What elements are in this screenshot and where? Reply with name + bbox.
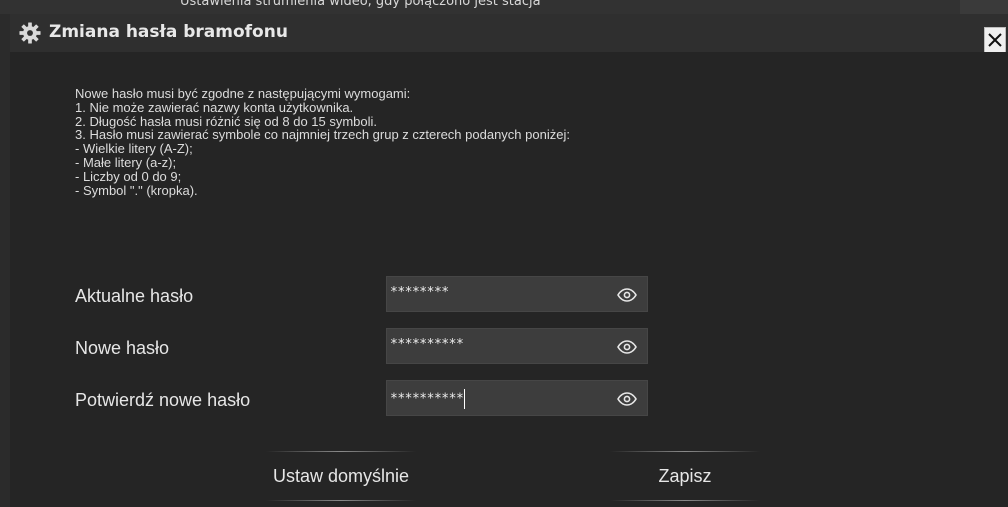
close-button[interactable] [984, 27, 1006, 53]
password-requirements: Nowe hasło musi być zgodne z następujący… [75, 87, 570, 197]
requirement-line: - Liczby od 0 do 9; [75, 168, 182, 184]
background-window: Ustawienia strumienia wideo, gdy połączo… [0, 0, 1008, 14]
new-password-label: Nowe hasło [75, 338, 170, 358]
dialog-titlebar[interactable]: Zmiana hasła bramofonu [10, 14, 1008, 53]
reset-default-label: Ustaw domyślnie [272, 465, 410, 486]
new-password-value: ********** [390, 337, 464, 352]
change-password-dialog: Zmiana hasła bramofonu Nowe hasło musi b… [10, 14, 1008, 507]
confirm-password-label: Potwierdź nowe hasło [75, 390, 251, 410]
save-button[interactable]: Zapisz [590, 451, 780, 501]
gear-icon [19, 22, 41, 44]
requirement-line: - Wielkie litery (A-Z); [75, 141, 193, 157]
confirm-password-value: ********** [390, 391, 464, 407]
background-window-text: Ustawienia strumienia wideo, gdy połączo… [180, 0, 541, 9]
current-password-value: ******** [390, 285, 449, 300]
new-password-field[interactable]: ********** [386, 328, 648, 364]
eye-icon[interactable] [617, 287, 637, 303]
requirement-line: Nowe hasło musi być zgodne z następujący… [75, 86, 411, 101]
screen: Ustawienia strumienia wideo, gdy połączo… [0, 0, 1008, 507]
confirm-password-text: ********** [390, 389, 466, 409]
dialog-body: Nowe hasło musi być zgodne z następujący… [10, 52, 1008, 507]
current-password-label: Aktualne hasło [75, 286, 194, 306]
reset-default-button[interactable]: Ustaw domyślnie [246, 451, 436, 501]
eye-icon[interactable] [617, 339, 637, 355]
requirement-line: 3. Hasło musi zawierać symbole co najmni… [75, 127, 570, 143]
close-icon [988, 33, 1002, 47]
current-password-field[interactable]: ******** [386, 276, 648, 312]
confirm-password-field[interactable]: ********** [386, 380, 648, 416]
requirement-line: - Małe litery (a-z); [75, 154, 177, 170]
requirement-line: 1. Nie może zawierać nazwy konta użytkow… [75, 99, 354, 115]
save-label: Zapisz [658, 465, 712, 486]
requirement-line: - Symbol "." (kropka). [75, 182, 198, 198]
requirement-line: 2. Długość hasła musi różnić się od 8 do… [75, 113, 378, 129]
dialog-title: Zmiana hasła bramofonu [49, 22, 288, 42]
text-caret [464, 389, 466, 409]
eye-icon[interactable] [617, 391, 637, 407]
background-window-edge [960, 0, 1008, 14]
